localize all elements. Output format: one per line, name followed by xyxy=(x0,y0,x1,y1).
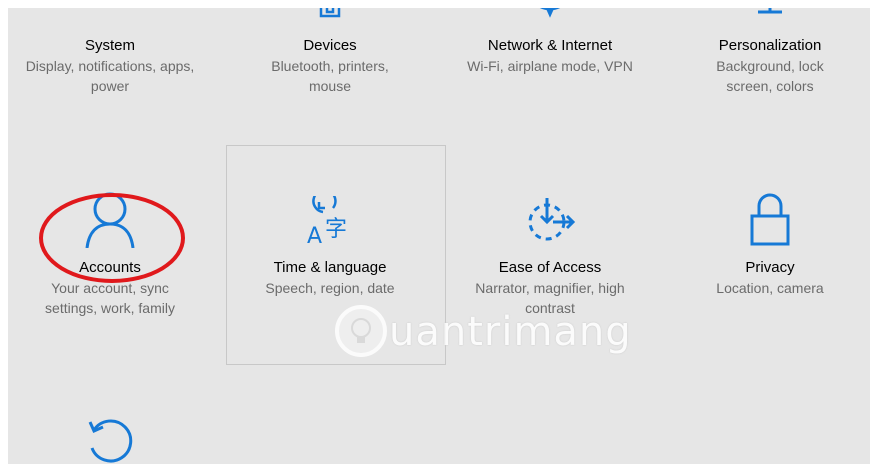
tile-time-language-description: Speech, region, date xyxy=(265,280,395,296)
tile-time-language-title: Time & language xyxy=(273,259,387,276)
watermark: uantrimang xyxy=(333,303,633,363)
tile-ease-of-access[interactable]: Ease of Access Narrator, magnifier, high… xyxy=(440,188,660,318)
tile-devices-title: Devices xyxy=(303,37,357,54)
tile-ease-of-access-title: Ease of Access xyxy=(498,259,602,276)
tile-personalization-title: Personalization xyxy=(718,37,822,54)
tile-network-description: Wi-Fi, airplane mode, VPN xyxy=(467,58,633,74)
personalization-icon xyxy=(660,8,870,20)
tile-system-description: Display, notifications, apps, power xyxy=(25,58,195,94)
ease-of-access-icon xyxy=(440,192,660,252)
update-security-icon xyxy=(8,408,220,464)
settings-panel: System Display, notifications, apps, pow… xyxy=(8,8,870,464)
tile-time-language[interactable]: A 字 Time & language Speech, region, date xyxy=(220,188,440,298)
time-language-icon: A 字 xyxy=(220,196,440,256)
tile-personalization-description: Background, lock screen, colors xyxy=(716,58,824,94)
lock-icon xyxy=(660,190,870,250)
svg-text:字: 字 xyxy=(325,217,347,242)
globe-icon xyxy=(440,8,660,20)
tile-privacy[interactable]: Privacy Location, camera xyxy=(660,188,870,298)
devices-icon xyxy=(220,8,440,20)
watermark-text: uantrimang xyxy=(389,309,632,355)
display-icon xyxy=(8,8,220,20)
svg-text:A: A xyxy=(307,224,322,246)
tile-system-title: System xyxy=(84,37,135,54)
tile-devices[interactable]: Devices Bluetooth, printers, mouse xyxy=(220,8,440,96)
tile-network-title: Network & Internet xyxy=(487,37,613,54)
annotation-ellipse xyxy=(39,193,185,283)
tile-privacy-description: Location, camera xyxy=(716,280,824,296)
lightbulb-icon xyxy=(335,305,387,357)
tile-network[interactable]: Network & Internet Wi-Fi, airplane mode,… xyxy=(440,8,660,76)
tile-system[interactable]: System Display, notifications, apps, pow… xyxy=(8,8,220,96)
tile-personalization[interactable]: Personalization Background, lock screen,… xyxy=(660,8,870,96)
tile-devices-description: Bluetooth, printers, mouse xyxy=(271,58,389,94)
tile-privacy-title: Privacy xyxy=(745,259,795,276)
